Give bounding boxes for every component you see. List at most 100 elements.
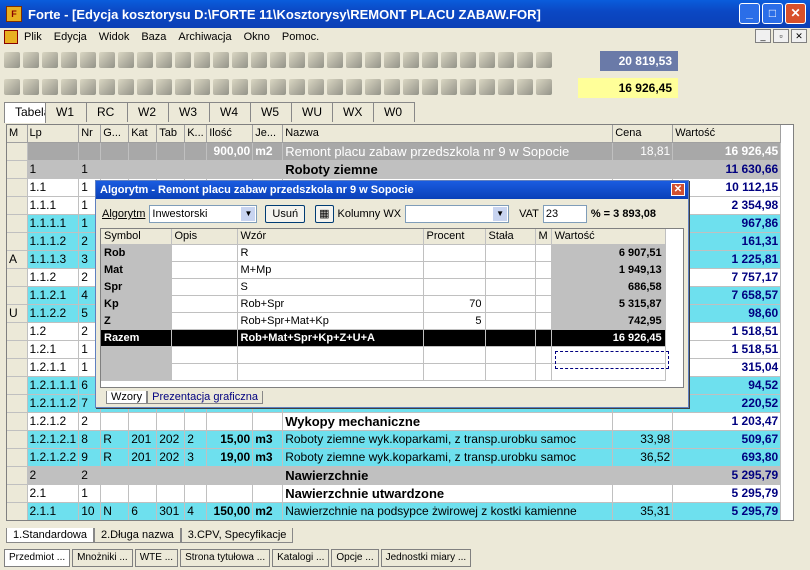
formula-cell-m[interactable] xyxy=(535,312,552,330)
toolbar-button-icon[interactable] xyxy=(118,52,134,68)
formula-column-header[interactable]: Procent xyxy=(423,229,486,245)
tab-1[interactable]: W1 xyxy=(45,102,87,122)
minimize-button[interactable]: _ xyxy=(739,3,760,24)
vertical-scrollbar[interactable] xyxy=(794,124,808,521)
column-header[interactable]: Je... xyxy=(252,125,284,143)
formula-cell-procent[interactable] xyxy=(423,244,486,262)
status-button-5[interactable]: Opcje ... xyxy=(331,549,379,567)
cell-lp[interactable]: 1.1.1.3 xyxy=(27,250,80,269)
tab-9[interactable]: W0 xyxy=(373,102,415,122)
toolbar-button-icon[interactable] xyxy=(23,79,39,95)
dialog-close-button[interactable]: ✕ xyxy=(671,183,685,196)
formula-cell-empty[interactable] xyxy=(485,346,536,364)
cell-lp[interactable]: 1.1.1.2 xyxy=(27,232,80,251)
cell-m[interactable] xyxy=(7,142,28,161)
toolbar-button-icon[interactable] xyxy=(270,79,286,95)
tab-3[interactable]: W2 xyxy=(127,102,169,122)
toolbar-button-icon[interactable] xyxy=(251,79,267,95)
cell-m[interactable] xyxy=(7,502,28,520)
toolbar-button-icon[interactable] xyxy=(384,79,400,95)
formula-cell-stala[interactable] xyxy=(485,278,536,296)
cell-k[interactable] xyxy=(184,142,208,161)
column-header[interactable]: M xyxy=(7,125,28,143)
column-header[interactable]: K... xyxy=(184,125,208,143)
cell-m[interactable] xyxy=(7,358,28,377)
cell-nr[interactable]: 1 xyxy=(78,484,102,503)
vat-input[interactable]: 23 xyxy=(542,205,587,223)
cell-lp[interactable]: 1.1 xyxy=(27,178,80,197)
toolbar-button-icon[interactable] xyxy=(175,52,191,68)
bottom-tab-0[interactable]: 1.Standardowa xyxy=(6,528,94,543)
cell-kat[interactable] xyxy=(128,142,158,161)
cell-lp[interactable]: 1.2.1 xyxy=(27,340,80,359)
cell-ilosc[interactable] xyxy=(206,466,254,485)
toolbar-button-icon[interactable] xyxy=(156,79,172,95)
cell-ilosc[interactable] xyxy=(206,484,254,503)
formula-cell-stala[interactable] xyxy=(485,295,536,313)
cell-lp[interactable]: 2.1 xyxy=(27,484,80,503)
formula-cell-wzor[interactable]: Rob+Spr xyxy=(237,295,424,313)
cell-ilosc[interactable] xyxy=(206,412,254,431)
formula-cell-opis[interactable] xyxy=(171,261,238,279)
formula-cell-wartosc[interactable]: 1 949,13 xyxy=(551,261,666,279)
cell-m[interactable] xyxy=(7,286,28,305)
cell-m[interactable] xyxy=(7,196,28,215)
column-header[interactable]: Cena xyxy=(612,125,674,143)
formula-cell-empty[interactable] xyxy=(237,363,424,381)
toolbar-button-icon[interactable] xyxy=(460,79,476,95)
cell-tab[interactable] xyxy=(156,466,186,485)
formula-cell-empty[interactable] xyxy=(237,346,424,364)
table-row[interactable]: 2.1 1 Nawierzchnie utwardzone 5 295,79 xyxy=(7,484,782,503)
table-row[interactable]: 1 1 Roboty ziemne 11 630,66 xyxy=(7,160,782,179)
cell-nr[interactable]: 1 xyxy=(78,160,102,179)
cell-wartosc[interactable]: 5 295,79 xyxy=(672,466,782,485)
formula-cell-empty[interactable] xyxy=(535,363,552,381)
formula-cell-wartosc[interactable]: 742,95 xyxy=(551,312,666,330)
formula-cell-wzor[interactable]: Rob+Spr+Mat+Kp xyxy=(237,312,424,330)
cell-lp[interactable]: 1.2.1.1 xyxy=(27,358,80,377)
formula-cell-empty[interactable] xyxy=(101,346,172,364)
kolumny-select[interactable]: ▼ xyxy=(405,205,510,223)
toolbar-button-icon[interactable] xyxy=(384,52,400,68)
cell-g[interactable]: R xyxy=(100,430,130,449)
toolbar-button-icon[interactable] xyxy=(213,79,229,95)
formula-cell-wzor[interactable]: Rob+Mat+Spr+Kp+Z+U+A xyxy=(237,329,424,347)
tab-4[interactable]: W3 xyxy=(168,102,210,122)
formula-cell-empty[interactable] xyxy=(101,363,172,381)
cell-lp[interactable]: 1.2.1.1.1 xyxy=(27,376,80,395)
cell-m[interactable] xyxy=(7,160,28,179)
toolbar-button-icon[interactable] xyxy=(498,52,514,68)
cell-lp[interactable]: 1.1.1.1 xyxy=(27,214,80,233)
cell-nazwa[interactable]: Remont placu zabaw przedszkola nr 9 w So… xyxy=(282,142,614,161)
formula-cell-symbol[interactable]: Z xyxy=(101,312,172,330)
cell-lp[interactable]: 1.1.2.1 xyxy=(27,286,80,305)
formula-cell-opis[interactable] xyxy=(171,278,238,296)
cell-lp[interactable]: 1 xyxy=(27,160,80,179)
cell-tab[interactable] xyxy=(156,142,186,161)
formula-column-header[interactable]: Opis xyxy=(171,229,238,245)
formula-cell-empty[interactable] xyxy=(423,363,486,381)
toolbar-button-icon[interactable] xyxy=(460,52,476,68)
status-button-4[interactable]: Katalogi ... xyxy=(272,549,330,567)
formula-cell-procent[interactable] xyxy=(423,278,486,296)
close-button[interactable]: ✕ xyxy=(785,3,806,24)
cell-lp[interactable]: 2 xyxy=(27,466,80,485)
cell-kat[interactable]: 201 xyxy=(128,448,158,467)
cell-kat[interactable]: 201 xyxy=(128,430,158,449)
menu-item-6[interactable]: Pomoc. xyxy=(276,31,325,43)
formula-cell-opis[interactable] xyxy=(171,329,238,347)
cell-tab[interactable]: 301 xyxy=(156,502,186,520)
cell-m[interactable] xyxy=(7,376,28,395)
column-header[interactable]: Kat xyxy=(128,125,158,143)
toolbar-button-icon[interactable] xyxy=(403,52,419,68)
formula-cell-wartosc[interactable]: 6 907,51 xyxy=(551,244,666,262)
status-button-2[interactable]: WTE ... xyxy=(134,549,179,567)
toolbar-button-icon[interactable] xyxy=(194,52,210,68)
cell-tab[interactable] xyxy=(156,412,186,431)
formula-cell-m[interactable] xyxy=(535,261,552,279)
column-header[interactable]: Nr xyxy=(78,125,102,143)
cell-g[interactable] xyxy=(100,412,130,431)
cell-k[interactable] xyxy=(184,160,208,179)
cell-ilosc[interactable] xyxy=(206,160,254,179)
cell-lp[interactable]: 1.2.1.2.1 xyxy=(27,430,80,449)
